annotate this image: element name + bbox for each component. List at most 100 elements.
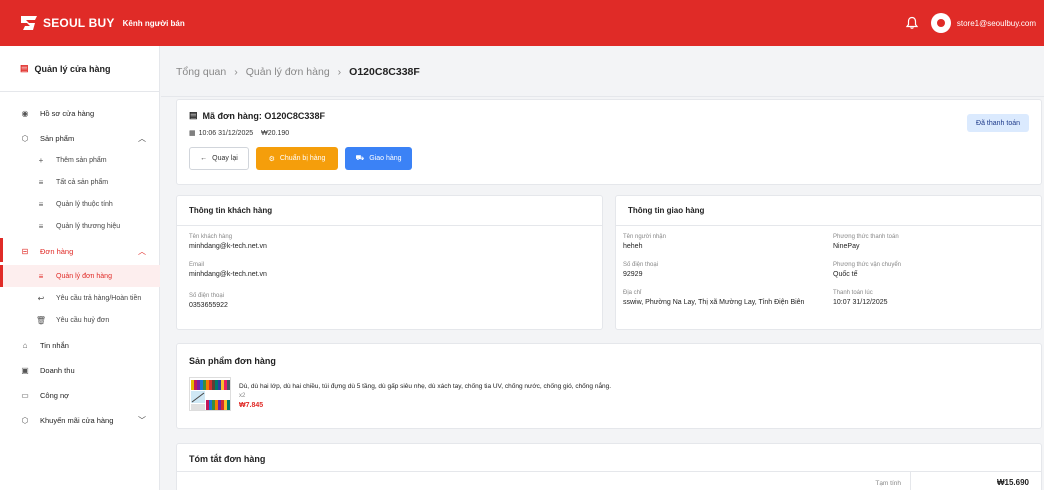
sidebar: ▤ Quản lý cửa hàng ◉ Hồ sơ cửa hàng ⬡ Sả… [0,46,160,490]
product-quantity: x2 [239,393,246,399]
receiver-name: heheh [623,243,643,250]
chat-icon: ⌂ [22,340,28,350]
status-badge: Đã thanh toán [967,114,1029,132]
sidebar-item-label: Doanh thu [40,365,75,375]
sidebar-item-messages[interactable]: ⌂ Tin nhắn [0,334,160,356]
chevron-down-icon: ﹀ [138,415,146,425]
list-icon: ≡ [38,221,44,231]
paid-at-field: Thanh toán lúc 10:07 31/12/2025 [833,290,888,308]
sidebar-item-revenue[interactable]: ▣ Doanh thu [0,359,160,381]
order-title: ▤ Mã đơn hàng: O120C8C338F [189,110,325,121]
avatar[interactable] [930,13,951,33]
shipping-info-card: Thông tin giao hàng Tên người nhận heheh… [615,195,1042,330]
sidebar-item-store-profile[interactable]: ◉ Hồ sơ cửa hàng [0,102,160,124]
trash-icon: 🗑 [35,315,47,325]
prepare-button-label: Chuẩn bị hàng [279,155,326,162]
promo-icon: ⬡ [21,415,29,425]
brand-logo[interactable]: SEOUL BUY [20,15,115,31]
products-heading: Sản phẩm đơn hàng [189,356,276,366]
breadcrumb-orders[interactable]: Quản lý đơn hàng [246,66,330,78]
receiver-phone-field: Số điện thoại 92929 [623,262,658,280]
column-divider [910,471,911,490]
field-label: Thanh toán lúc [833,290,873,296]
plus-icon: + [38,155,44,165]
order-datetime: 10:06 31/12/2025 [198,129,254,137]
back-button[interactable]: ← Quay lại [189,147,249,170]
breadcrumb-overview[interactable]: Tổng quan [176,66,226,78]
sidebar-item-orders[interactable]: ⊟ Đơn hàng ︿ [0,240,160,262]
customer-name-field: Tên khách hàng minhdang@k-tech.net.vn [189,234,267,252]
sidebar-item-returns[interactable]: ↩ Yêu cầu trả hàng/Hoàn tiền [0,287,160,309]
order-header-card: ▤ Mã đơn hàng: O120C8C338F ▦ 10:06 31/12… [176,99,1042,185]
chevron-right-icon: › [234,66,238,78]
cart-icon: ⊟ [21,246,29,256]
shipping-info-heading: Thông tin giao hàng [616,196,1041,226]
field-label: Phương thức thanh toán [833,234,899,240]
shipping-address: sswiw, Phường Na Lay, Thị xã Mường Lay, … [623,299,805,306]
sidebar-item-label: Hồ sơ cửa hàng [40,108,95,118]
product-box-icon: ⬡ [21,133,29,143]
sidebar-item-brands[interactable]: ≡ Quản lý thương hiệu [0,215,160,237]
sidebar-item-promotions[interactable]: ⬡ Khuyến mãi cửa hàng ﹀ [0,409,160,431]
sidebar-item-products[interactable]: ⬡ Sản phẩm ︿ [0,127,160,149]
product-thumbnail[interactable] [189,377,231,411]
ship-order-button[interactable]: ⛟ Giao hàng [345,147,412,170]
field-label: Tên người nhận [623,234,666,240]
sidebar-item-label: Yêu cầu trả hàng/Hoàn tiền [56,294,142,302]
gear-icon: ⚙ [268,155,275,163]
seoulbuy-logo-icon [21,16,37,30]
sidebar-item-label: Tất cả sản phẩm [56,178,109,186]
order-code: Mã đơn hàng: O120C8C338F [202,110,325,121]
customer-phone: 0353655922 [189,302,228,309]
sidebar-item-label: Thêm sản phẩm [56,156,107,164]
sidebar-item-add-product[interactable]: + Thêm sản phẩm [0,149,160,171]
field-label: Địa chỉ [623,290,642,296]
address-field: Địa chỉ sswiw, Phường Na Lay, Thị xã Mườ… [623,290,823,308]
customer-email: minhdang@k-tech.net.vn [189,271,267,278]
sidebar-item-manage-orders[interactable]: ≡ Quản lý đơn hàng [0,265,160,287]
field-label: Email [189,262,205,268]
order-products-card: Sản phẩm đơn hàng Dù, dù hai lớp, dù hai… [176,343,1042,429]
field-label: Số điện thoại [623,262,659,268]
sidebar-item-all-products[interactable]: ≡ Tất cả sản phẩm [0,171,160,193]
breadcrumb-current: O120C8C338F [349,66,420,78]
field-label: Số điện thoại [189,293,225,299]
calendar-icon: ▦ [189,130,196,137]
chevron-up-icon: ︿ [138,246,146,256]
customer-info-card: Thông tin khách hàng Tên khách hàng minh… [176,195,603,330]
wallet-icon: ▭ [21,390,29,400]
divider [161,96,1044,97]
chevron-up-icon: ︿ [138,133,146,143]
receipt-icon: ▤ [189,110,198,120]
chevron-right-icon: › [337,66,342,78]
ship-button-label: Giao hàng [369,155,402,162]
sidebar-item-label: Quản lý đơn hàng [56,272,112,280]
order-amount: ₩20.190 [261,129,290,137]
sidebar-title: Quản lý cửa hàng [34,63,111,74]
top-bar: SEOUL BUY Kênh người bán store1@seoulbuy… [0,0,1044,46]
divider [177,471,1041,472]
prepare-order-button[interactable]: ⚙ Chuẩn bị hàng [256,147,338,170]
return-icon: ↩ [37,293,45,303]
field-label: Tên khách hàng [189,234,233,240]
sidebar-item-label: Tin nhắn [40,340,69,350]
truck-icon: ⛟ [355,155,365,162]
sidebar-item-attributes[interactable]: ≡ Quản lý thuộc tính [0,193,160,215]
customer-name: minhdang@k-tech.net.vn [189,243,267,250]
sidebar-header: ▤ Quản lý cửa hàng [0,46,159,92]
product-name[interactable]: Dù, dù hai lớp, dù hai chiều, túi đựng d… [239,383,611,390]
back-button-label: Quay lại [212,155,238,162]
sidebar-item-cancel-requests[interactable]: 🗑 Yêu cầu huỷ đơn [0,309,160,331]
receiver-name-field: Tên người nhận heheh [623,234,666,252]
avatar-user-icon [936,19,945,27]
payment-method-field: Phương thức thanh toán NinePay [833,234,899,252]
store-icon: ▤ [20,63,29,73]
subtotal-label: Tạm tính [875,480,901,487]
user-email[interactable]: store1@seoulbuy.com [957,19,1036,28]
shipping-method: Quốc tế [833,271,858,278]
bell-icon[interactable] [905,16,919,30]
shipping-method-field: Phương thức vận chuyển Quốc tế [833,262,901,280]
seller-channel-label: Kênh người bán [122,18,185,28]
customer-phone-field: Số điện thoại 0353655922 [189,293,228,311]
sidebar-item-debt[interactable]: ▭ Công nợ [0,384,160,406]
